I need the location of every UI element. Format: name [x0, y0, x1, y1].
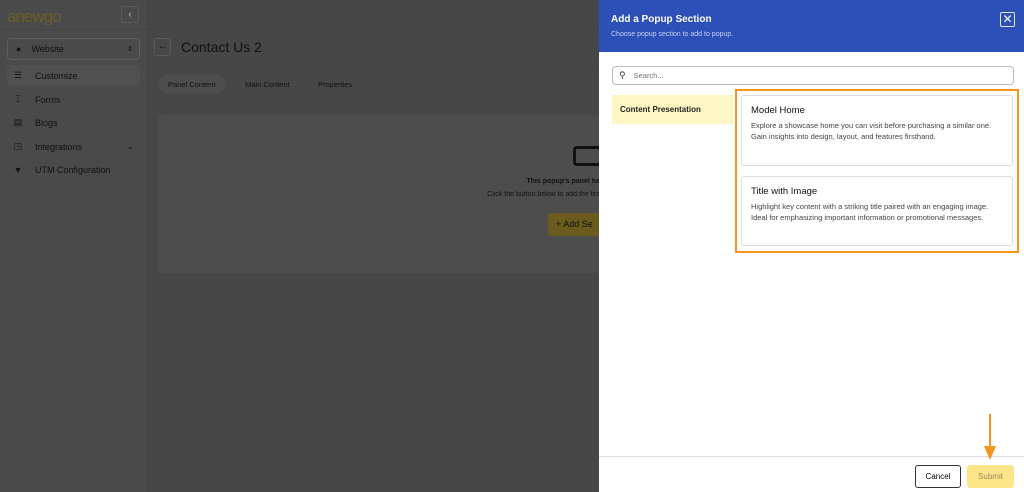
- sidebar: anewgo ‹ ● Website ⇕ ☰ Customize ⌶ Forms ▤ Bl…: [0, 0, 148, 492]
- drawer-subtitle: Choose popup section to add to popup.: [611, 31, 734, 38]
- sidebar-item-forms[interactable]: ⌶ Forms: [7, 89, 140, 110]
- site-selector-label: Website: [31, 44, 64, 54]
- add-section-button[interactable]: + Add Se: [548, 213, 600, 236]
- empty-title: This popup's panel ha: [526, 178, 600, 185]
- empty-description: Click the button below to add the firs: [487, 191, 600, 198]
- divider: [148, 65, 600, 66]
- sidebar-item-blogs[interactable]: ▤ Blogs: [7, 112, 140, 133]
- forms-icon: ⌶: [15, 94, 21, 104]
- sidebar-item-label: Customize: [35, 70, 78, 81]
- search-icon: ⚲: [619, 70, 626, 80]
- close-icon[interactable]: ✕: [1000, 12, 1015, 27]
- category-content-presentation[interactable]: Content Presentation: [612, 95, 733, 124]
- sidebar-item-label: Blogs: [35, 117, 58, 128]
- section-card-model-home[interactable]: Model Home Explore a showcase home you ca…: [741, 95, 1013, 166]
- sidebar-item-label: Integrations: [35, 141, 83, 152]
- search-input[interactable]: [633, 71, 994, 80]
- submit-button[interactable]: Submit: [967, 465, 1014, 488]
- customize-icon: ☰: [13, 70, 23, 80]
- inbox-icon: [573, 146, 600, 166]
- drawer-header: Add a Popup Section Choose popup section…: [599, 0, 1024, 52]
- section-card-title-with-image[interactable]: Title with Image Highlight key content wi…: [741, 176, 1013, 246]
- chevron-down-icon: ⌄: [126, 141, 134, 151]
- section-title: Title with Image: [751, 186, 818, 197]
- sidebar-item-label: UTM Configuration: [35, 164, 111, 175]
- add-popup-section-drawer: Add a Popup Section Choose popup section…: [599, 0, 1024, 492]
- integrations-icon: ◳: [13, 141, 23, 151]
- sidebar-item-customize[interactable]: ☰ Customize: [7, 65, 140, 86]
- section-description: Explore a showcase home you can visit be…: [751, 121, 992, 141]
- drawer-title: Add a Popup Section: [611, 14, 712, 25]
- chevron-updown-icon: ⇕: [127, 46, 133, 53]
- logo: anewgo: [7, 7, 62, 26]
- utm-icon: ▼: [13, 164, 23, 175]
- tab-main-content[interactable]: Main Content: [235, 75, 300, 94]
- cancel-button[interactable]: Cancel: [915, 465, 961, 488]
- tab-panel-content[interactable]: Panel Content: [158, 75, 226, 94]
- sidebar-item-label: Forms: [35, 94, 61, 105]
- arrow-down-icon: [984, 414, 996, 460]
- tab-properties[interactable]: Properties: [308, 75, 362, 94]
- section-description: Highlight key content with a striking ti…: [751, 202, 989, 222]
- search-field[interactable]: ⚲: [612, 66, 1014, 85]
- site-selector[interactable]: ● Website ⇕: [7, 38, 140, 60]
- sidebar-item-utm-configuration[interactable]: ▼ UTM Configuration: [7, 159, 140, 180]
- globe-icon: ●: [16, 44, 22, 54]
- sidebar-item-integrations[interactable]: ◳ Integrations ⌄: [7, 136, 140, 157]
- section-title: Model Home: [751, 105, 805, 116]
- collapse-sidebar-button[interactable]: ‹: [121, 6, 139, 23]
- blogs-icon: ▤: [13, 117, 23, 127]
- page-title: Contact Us 2: [181, 39, 262, 55]
- back-button[interactable]: ←: [154, 38, 171, 56]
- divider: [599, 456, 1024, 457]
